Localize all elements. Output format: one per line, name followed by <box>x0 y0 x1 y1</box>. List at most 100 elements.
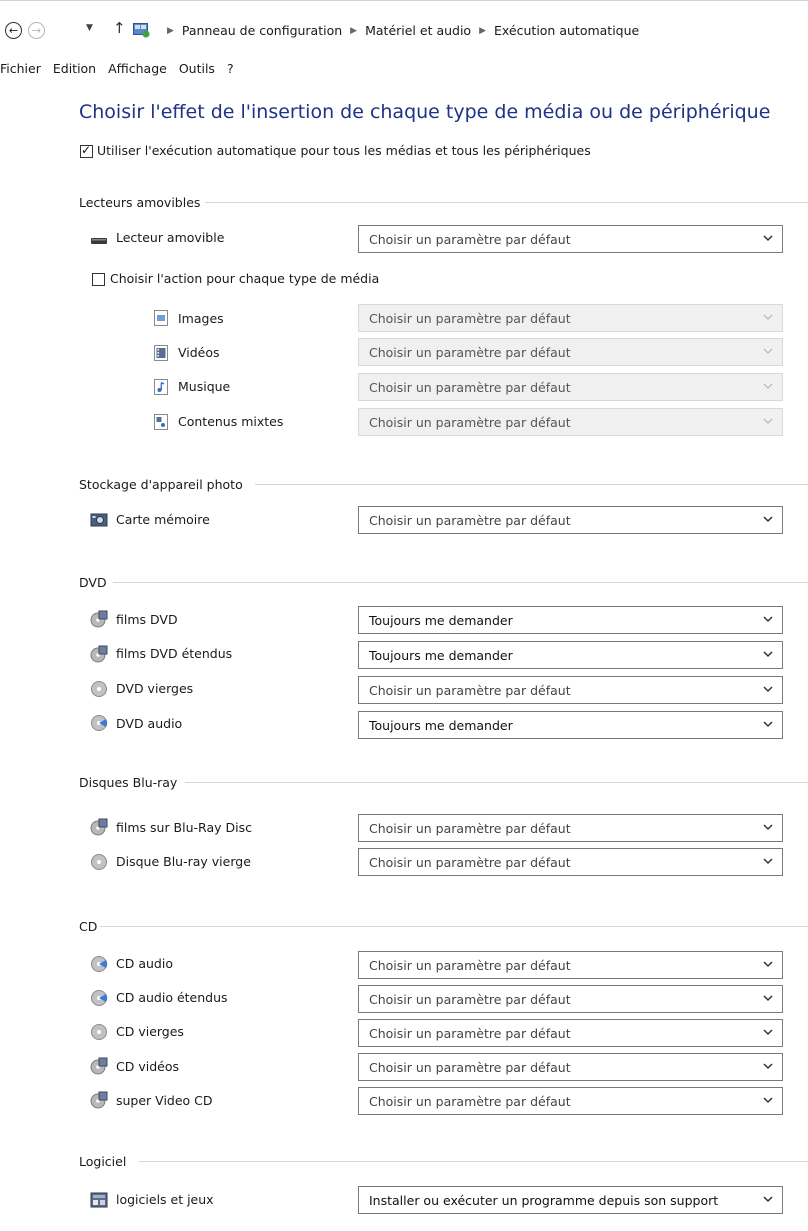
dvd-audio-select[interactable]: Toujours me demander <box>358 711 783 739</box>
section-divider <box>113 582 808 583</box>
breadcrumb-item[interactable]: Panneau de configuration <box>182 23 342 38</box>
memory-card-select[interactable]: Choisir un paramètre par défaut <box>358 506 783 534</box>
use-autoplay-checkbox[interactable] <box>80 143 93 158</box>
cd-blank-label: CD vierges <box>116 1024 184 1039</box>
bluray-movies-select[interactable]: Choisir un paramètre par défaut <box>358 814 783 842</box>
chevron-down-icon <box>763 961 773 968</box>
menu-outils[interactable]: Outils <box>173 61 221 76</box>
forward-button[interactable]: → <box>28 22 45 39</box>
section-header: Disques Blu-ray <box>79 774 178 790</box>
software-games-select[interactable]: Installer ou exécuter un programme depui… <box>358 1186 783 1214</box>
breadcrumb-item[interactable]: Matériel et audio <box>365 23 471 38</box>
cd-audio-select[interactable]: Choisir un paramètre par défaut <box>358 951 783 979</box>
bluray-blank-label: Disque Blu-ray vierge <box>116 854 251 869</box>
select-value: Choisir un paramètre par défaut <box>369 1026 571 1041</box>
dvd-extended-select[interactable]: Toujours me demander <box>358 641 783 669</box>
section-divider <box>139 1161 808 1162</box>
videos-select[interactable]: Choisir un paramètre par défaut <box>358 338 783 366</box>
chevron-down-icon <box>763 516 773 523</box>
super-video-cd-select[interactable]: Choisir un paramètre par défaut <box>358 1087 783 1115</box>
memory-card-label: Carte mémoire <box>116 512 210 527</box>
images-select[interactable]: Choisir un paramètre par défaut <box>358 304 783 332</box>
music-select[interactable]: Choisir un paramètre par défaut <box>358 373 783 401</box>
select-value: Toujours me demander <box>369 613 513 628</box>
cd-video-label: CD vidéos <box>116 1059 179 1074</box>
chevron-down-icon <box>763 348 773 354</box>
select-value: Choisir un paramètre par défaut <box>369 513 571 528</box>
audio-disc-icon <box>91 715 108 731</box>
select-value: Choisir un paramètre par défaut <box>369 415 571 430</box>
select-value: Toujours me demander <box>369 648 513 663</box>
section-camera-storage: Stockage d'appareil photo <box>79 475 808 493</box>
breadcrumb-separator-icon: ▶ <box>479 25 487 36</box>
dvd-blank-select[interactable]: Choisir un paramètre par défaut <box>358 676 783 704</box>
blank-disc-icon <box>91 681 107 697</box>
select-value: Choisir un paramètre par défaut <box>369 380 571 395</box>
chevron-down-icon <box>763 1097 773 1104</box>
up-button[interactable]: ↑ <box>113 19 126 37</box>
chevron-down-icon <box>763 314 773 320</box>
select-value: Choisir un paramètre par défaut <box>369 345 571 360</box>
cd-audio-extended-select[interactable]: Choisir un paramètre par défaut <box>358 985 783 1013</box>
images-label: Images <box>178 311 224 326</box>
section-header: Lecteurs amovibles <box>79 194 201 210</box>
recent-locations-dropdown[interactable]: ▼ <box>86 23 93 33</box>
section-header: Logiciel <box>79 1153 127 1169</box>
breadcrumb-separator-icon: ▶ <box>167 25 174 36</box>
video-cd-icon <box>90 1091 108 1109</box>
section-bluray: Disques Blu-ray <box>79 773 808 791</box>
dvd-extended-label: films DVD étendus <box>116 646 233 661</box>
section-header: DVD <box>79 574 107 590</box>
removable-drive-label: Lecteur amovible <box>116 230 225 245</box>
section-divider <box>185 782 808 783</box>
removable-drive-select[interactable]: Choisir un paramètre par défaut <box>358 225 783 253</box>
blank-disc-icon <box>91 854 107 870</box>
chevron-down-icon <box>763 1063 773 1070</box>
cd-audio-label: CD audio <box>116 956 173 971</box>
audio-disc-icon <box>91 990 108 1006</box>
forward-arrow-icon: → <box>31 24 42 37</box>
videos-label: Vidéos <box>178 345 220 360</box>
dvd-movies-select[interactable]: Toujours me demander <box>358 606 783 634</box>
select-value: Choisir un paramètre par défaut <box>369 958 571 973</box>
section-dvd: DVD <box>79 573 808 591</box>
dvd-audio-label: DVD audio <box>116 716 183 731</box>
breadcrumb-item[interactable]: Exécution automatique <box>494 23 639 38</box>
dvd-movies-label: films DVD <box>116 612 178 627</box>
menu-help[interactable]: ? <box>221 61 240 76</box>
per-media-label: Choisir l'action pour chaque type de méd… <box>110 271 380 286</box>
select-value: Choisir un paramètre par défaut <box>369 1060 571 1075</box>
menu-affichage[interactable]: Affichage <box>102 61 173 76</box>
section-divider <box>205 202 808 203</box>
bluray-blank-select[interactable]: Choisir un paramètre par défaut <box>358 848 783 876</box>
back-button[interactable]: ← <box>5 22 22 39</box>
chevron-down-icon <box>763 1196 773 1203</box>
page-title: Choisir l'effet de l'insertion de chaque… <box>79 101 771 123</box>
chevron-down-icon <box>763 1029 773 1036</box>
memory-card-icon <box>90 513 108 527</box>
menu-edition[interactable]: Edition <box>47 61 102 76</box>
select-value: Choisir un paramètre par défaut <box>369 232 571 247</box>
chevron-down-icon <box>763 721 773 728</box>
section-header: Stockage d'appareil photo <box>79 476 243 492</box>
dvd-blank-label: DVD vierges <box>116 681 194 696</box>
cd-audio-extended-label: CD audio étendus <box>116 990 228 1005</box>
select-value: Installer ou exécuter un programme depui… <box>369 1193 719 1208</box>
select-value: Choisir un paramètre par défaut <box>369 821 571 836</box>
mixed-content-icon <box>154 414 168 430</box>
section-software: Logiciel <box>79 1152 808 1170</box>
dvd-movie-icon <box>90 610 108 628</box>
dvd-movie-icon <box>90 645 108 663</box>
video-file-icon <box>154 345 168 361</box>
mixed-content-select[interactable]: Choisir un paramètre par défaut <box>358 408 783 436</box>
section-divider <box>255 484 808 485</box>
bluray-movies-label: films sur Blu-Ray Disc <box>116 820 252 835</box>
bluray-movie-icon <box>90 818 108 836</box>
section-divider <box>100 926 808 927</box>
address-bar: ← → ▼ ↑ ▶ Panneau de configuration ▶ Mat… <box>0 14 808 48</box>
cd-video-select[interactable]: Choisir un paramètre par défaut <box>358 1053 783 1081</box>
menu-fichier[interactable]: Fichier <box>0 61 47 76</box>
cd-blank-select[interactable]: Choisir un paramètre par défaut <box>358 1019 783 1047</box>
per-media-checkbox[interactable] <box>92 273 105 286</box>
select-value: Choisir un paramètre par défaut <box>369 1094 571 1109</box>
